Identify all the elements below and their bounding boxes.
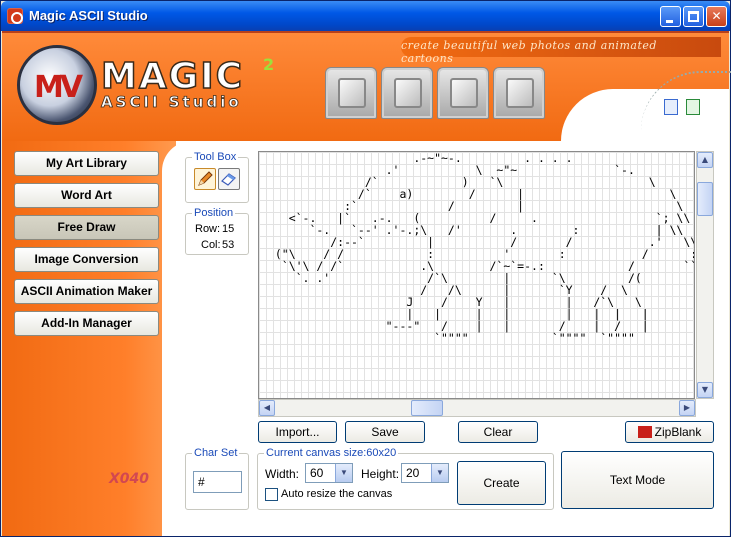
copy-icon[interactable] bbox=[664, 99, 678, 115]
close-button[interactable]: ✕ bbox=[706, 6, 727, 27]
layers-tool-icon bbox=[394, 78, 422, 108]
auto-resize-label: Auto resize the canvas bbox=[281, 488, 393, 500]
edit-tool-tab[interactable] bbox=[493, 67, 545, 119]
scroll-right-button[interactable]: ▶ bbox=[679, 400, 695, 416]
col-label: Col: bbox=[201, 239, 221, 251]
pencil-tool-button[interactable] bbox=[194, 168, 216, 190]
drawing-canvas[interactable]: .-~"~-. . . . . .' \ ~"~ `-. /` ) `\ \ /… bbox=[258, 151, 695, 399]
chevron-down-icon: ▼ bbox=[335, 464, 352, 482]
logo-emblem-text: MV bbox=[34, 70, 83, 105]
logo-text: MAGIC bbox=[100, 56, 245, 97]
minimize-icon bbox=[666, 20, 673, 23]
ascii-art: .-~"~-. . . . . .' \ ~"~ `-. /` ) `\ \ /… bbox=[274, 151, 694, 345]
logo-emblem-icon: MV bbox=[17, 45, 97, 125]
window-title: Magic ASCII Studio bbox=[29, 8, 148, 23]
edit-tool-icon bbox=[506, 78, 534, 108]
height-label: Height: bbox=[361, 467, 400, 481]
arrow-down-icon: ▼ bbox=[701, 385, 709, 394]
chevron-down-icon: ▼ bbox=[431, 464, 448, 482]
zipblank-button[interactable]: ZipBlank bbox=[625, 421, 714, 443]
maximize-icon bbox=[688, 11, 699, 22]
nav-my-art-library-button[interactable]: My Art Library bbox=[14, 151, 159, 176]
tagline: create beautiful web photos and animated… bbox=[401, 39, 657, 65]
brand-mark: X040 bbox=[109, 471, 150, 487]
row-value: 15 bbox=[222, 223, 235, 235]
pencil-icon bbox=[198, 171, 213, 186]
import-button[interactable]: Import... bbox=[258, 421, 337, 443]
arrow-right-icon: ▶ bbox=[683, 403, 691, 412]
width-value: 60 bbox=[310, 466, 324, 480]
eraser-icon bbox=[221, 173, 236, 186]
auto-resize-checkbox[interactable] bbox=[265, 488, 278, 501]
eraser-tool-button[interactable] bbox=[218, 168, 240, 190]
title-bar[interactable]: Magic ASCII Studio ✕ bbox=[1, 1, 730, 31]
vertical-scroll-thumb[interactable] bbox=[697, 182, 713, 216]
logo-subtext: ASCII Studio bbox=[101, 93, 242, 112]
zipblank-label: ZipBlank bbox=[654, 425, 702, 439]
col-value: 53 bbox=[222, 239, 235, 251]
scroll-up-button[interactable]: ▲ bbox=[697, 152, 713, 168]
export-icon[interactable] bbox=[686, 99, 700, 115]
canvas-size-label: Current canvas size:60x20 bbox=[264, 447, 399, 459]
nav-word-art-button[interactable]: Word Art bbox=[14, 183, 159, 208]
arrow-left-icon: ◀ bbox=[263, 403, 271, 412]
charset-input[interactable]: # bbox=[193, 471, 242, 493]
nav-free-draw-button[interactable]: Free Draw bbox=[14, 215, 159, 240]
zip-icon bbox=[637, 426, 652, 438]
nav-add-in-manager-button[interactable]: Add-In Manager bbox=[14, 311, 159, 336]
maximize-button[interactable] bbox=[683, 6, 704, 27]
height-value: 20 bbox=[406, 466, 420, 480]
scroll-down-button[interactable]: ▼ bbox=[697, 382, 713, 398]
minimize-button[interactable] bbox=[660, 6, 681, 27]
logo-superscript: 2 bbox=[263, 55, 275, 74]
save-button[interactable]: Save bbox=[345, 421, 425, 443]
draw-tool-tab[interactable] bbox=[325, 67, 377, 119]
layers-tool-tab[interactable] bbox=[381, 67, 433, 119]
horizontal-scroll-thumb[interactable] bbox=[411, 400, 443, 416]
app-icon bbox=[7, 8, 23, 24]
position-label: Position bbox=[192, 207, 236, 219]
charset-label: Char Set bbox=[192, 447, 240, 459]
pages-tool-tab[interactable] bbox=[437, 67, 489, 119]
tagline-bar: create beautiful web photos and animated… bbox=[401, 37, 721, 65]
clear-button[interactable]: Clear bbox=[458, 421, 538, 443]
vertical-scrollbar[interactable]: ▲ ▼ bbox=[696, 151, 714, 399]
arrow-up-icon: ▲ bbox=[701, 155, 709, 164]
scroll-left-button[interactable]: ◀ bbox=[259, 400, 275, 416]
height-select[interactable]: 20 ▼ bbox=[401, 463, 449, 483]
draw-tool-icon bbox=[338, 78, 366, 108]
text-mode-button[interactable]: Text Mode bbox=[561, 451, 714, 509]
pages-tool-icon bbox=[450, 78, 478, 108]
nav-image-conversion-button[interactable]: Image Conversion bbox=[14, 247, 159, 272]
create-button[interactable]: Create bbox=[457, 461, 546, 505]
close-icon: ✕ bbox=[711, 9, 722, 23]
nav-ascii-animation-maker-button[interactable]: ASCII Animation Maker bbox=[14, 279, 159, 304]
width-select[interactable]: 60 ▼ bbox=[305, 463, 353, 483]
horizontal-scrollbar[interactable]: ◀ ▶ bbox=[258, 399, 696, 417]
row-label: Row: bbox=[195, 223, 221, 235]
toolbox-label: Tool Box bbox=[192, 151, 239, 163]
app-window: Magic ASCII Studio ✕ create beautiful we… bbox=[0, 0, 731, 537]
width-label: Width: bbox=[265, 467, 300, 481]
